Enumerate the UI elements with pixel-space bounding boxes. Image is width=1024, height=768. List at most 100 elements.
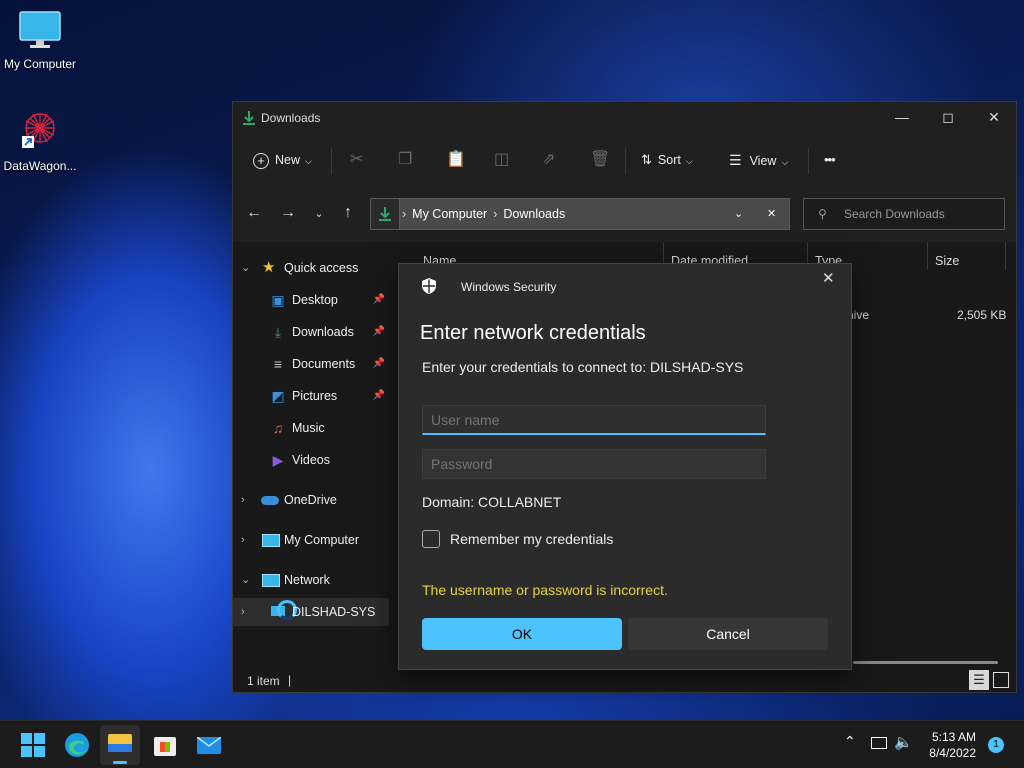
sidebar-item-label: Desktop [292,293,338,307]
document-icon: ≡ [273,356,283,372]
minimize-button[interactable]: — [879,102,925,134]
sidebar-item-desktop[interactable]: ▣ Desktop 📌 [233,286,389,314]
sidebar-item-videos[interactable]: ▶ Videos [233,446,389,474]
sidebar-item-label: Downloads [292,325,354,339]
chevron-down-icon: ⌄ [241,262,251,274]
address-dropdown-icon[interactable]: ⌄ [734,199,743,229]
address-clear-icon[interactable]: ✕ [767,199,776,229]
monitor-icon [262,534,280,547]
sort-button[interactable]: ⇅ Sort ⌵ [641,148,693,172]
password-field[interactable] [422,449,766,479]
toolbar-divider [808,148,809,174]
column-header-size[interactable]: Size [935,254,959,268]
breadcrumb-separator-icon: › [402,207,407,221]
view-button[interactable]: ☰ View ⌵ [729,148,788,172]
chevron-down-icon: ⌵ [305,156,312,166]
search-placeholder: Search Downloads [844,207,945,221]
back-arrow-icon[interactable]: ← [242,204,266,222]
delete-icon[interactable]: 🗑 [590,148,610,172]
remember-credentials-label[interactable]: Remember my credentials [450,531,613,547]
new-button[interactable]: + New ⌵ [253,148,312,172]
dialog-title: Enter network credentials [420,322,646,344]
close-icon[interactable]: ✕ [822,269,835,287]
sidebar-item-pictures[interactable]: ◩ Pictures 📌 [233,382,389,410]
folder-tab-icon [108,744,132,752]
breadcrumb-separator-icon: › [493,207,498,221]
command-bar: + New ⌵ ✂ ❐ 📋 ◫ ⇗ 🗑 ⇅ Sort ⌵ ☰ View ⌵ ••• [233,134,1016,187]
pin-icon[interactable]: 📌 [373,350,385,378]
desktop-icon: ▣ [271,292,285,308]
sidebar-item-label: Documents [292,357,356,371]
window-title: Downloads [261,111,321,125]
paste-icon[interactable]: 📋 [446,148,466,172]
more-options-button[interactable]: ••• [824,148,836,172]
cut-icon[interactable]: ✂ [350,148,363,172]
file-size: 2,505 KB [957,308,1007,322]
notification-badge[interactable]: 1 [988,737,1004,753]
chevron-down-icon: ⌄ [241,574,251,586]
sidebar-item-downloads[interactable]: ⤓ Downloads 📌 [233,318,389,346]
close-window-button[interactable]: ✕ [971,102,1017,134]
breadcrumb-downloads[interactable]: Downloads [503,207,565,221]
sidebar-item-my-computer[interactable]: › My Computer [233,526,389,554]
share-icon[interactable]: ⇗ [542,148,555,172]
breadcrumb-my-computer[interactable]: My Computer [412,207,487,221]
dialog-app-name: Windows Security [461,280,557,294]
desktop-icon-datawagon[interactable]: DataWagon... [0,106,80,173]
sidebar-item-documents[interactable]: ≡ Documents 📌 [233,350,389,378]
edge-browser-icon[interactable] [63,731,91,759]
cancel-button[interactable]: Cancel [628,618,828,650]
horizontal-scrollbar[interactable] [853,661,998,664]
sidebar-item-onedrive[interactable]: › OneDrive [233,486,389,514]
microsoft-store-icon[interactable] [151,731,179,759]
active-indicator [113,761,127,764]
show-hidden-icons-chevron-icon[interactable]: ⌃ [844,733,856,750]
username-field[interactable] [422,405,766,435]
chevron-right-icon: › [241,606,245,618]
clock-time: 5:13 AM [931,730,976,744]
start-windows-icon[interactable] [19,731,47,759]
item-count: 1 item [247,674,280,688]
desktop-icon-label: DataWagon... [3,159,77,173]
download-icon: ⤓ [274,324,282,340]
network-credentials-dialog: Windows Security ✕ Enter network credent… [398,263,852,670]
title-bar[interactable]: Downloads — ◻ ✕ [233,102,1016,134]
videos-icon: ▶ [272,452,284,468]
navigation-pane: ⌄ ★ Quick access ▣ Desktop 📌 ⤓ Downloads 📌 ≡ Do… [233,242,391,662]
system-clock[interactable]: 5:13 AM 8/4/2022 [929,729,976,761]
rename-icon[interactable]: ◫ [494,148,509,172]
remember-credentials-checkbox[interactable] [422,530,440,548]
sidebar-item-network[interactable]: ⌄ Network [233,566,389,594]
network-status-icon[interactable] [871,737,887,749]
pin-icon[interactable]: 📌 [373,286,385,314]
domain-label: Domain: COLLABNET [422,494,562,510]
taskbar: ⌃ 🔈 5:13 AM 8/4/2022 1 [0,720,1024,768]
pin-icon[interactable]: 📌 [373,382,385,410]
mail-icon[interactable] [195,731,223,759]
tiles-view-icon[interactable] [993,672,1009,688]
star-icon: ★ [262,259,276,276]
sidebar-item-music[interactable]: ♫ Music [233,414,389,442]
sidebar-item-dilshad-sys[interactable]: › DILSHAD-SYS [233,598,389,626]
search-box[interactable]: ⚲ Search Downloads [803,198,1005,230]
recent-locations-chevron-icon[interactable]: ⌄ [307,207,331,220]
file-explorer-taskbar-icon[interactable] [100,725,140,765]
address-download-icon [371,199,400,229]
pin-icon[interactable]: 📌 [373,318,385,346]
details-view-icon[interactable]: ☰ [969,670,989,690]
search-icon: ⚲ [818,207,827,221]
sidebar-item-quick-access[interactable]: ⌄ ★ Quick access [233,254,389,282]
copy-icon[interactable]: ❐ [398,148,412,172]
forward-arrow-icon[interactable]: → [276,204,300,222]
shield-icon [422,278,436,294]
maximize-button[interactable]: ◻ [925,102,971,134]
download-icon [243,111,255,125]
music-icon: ♫ [272,420,284,436]
ok-button[interactable]: OK [422,618,622,650]
address-bar[interactable]: › My Computer › Downloads ⌄ ✕ [370,198,790,230]
clock-date: 8/4/2022 [929,746,976,760]
desktop-icon-my-computer[interactable]: My Computer [0,10,80,71]
status-divider: | [288,673,292,687]
volume-icon[interactable]: 🔈 [894,733,913,751]
up-arrow-icon[interactable]: ↑ [336,204,360,222]
